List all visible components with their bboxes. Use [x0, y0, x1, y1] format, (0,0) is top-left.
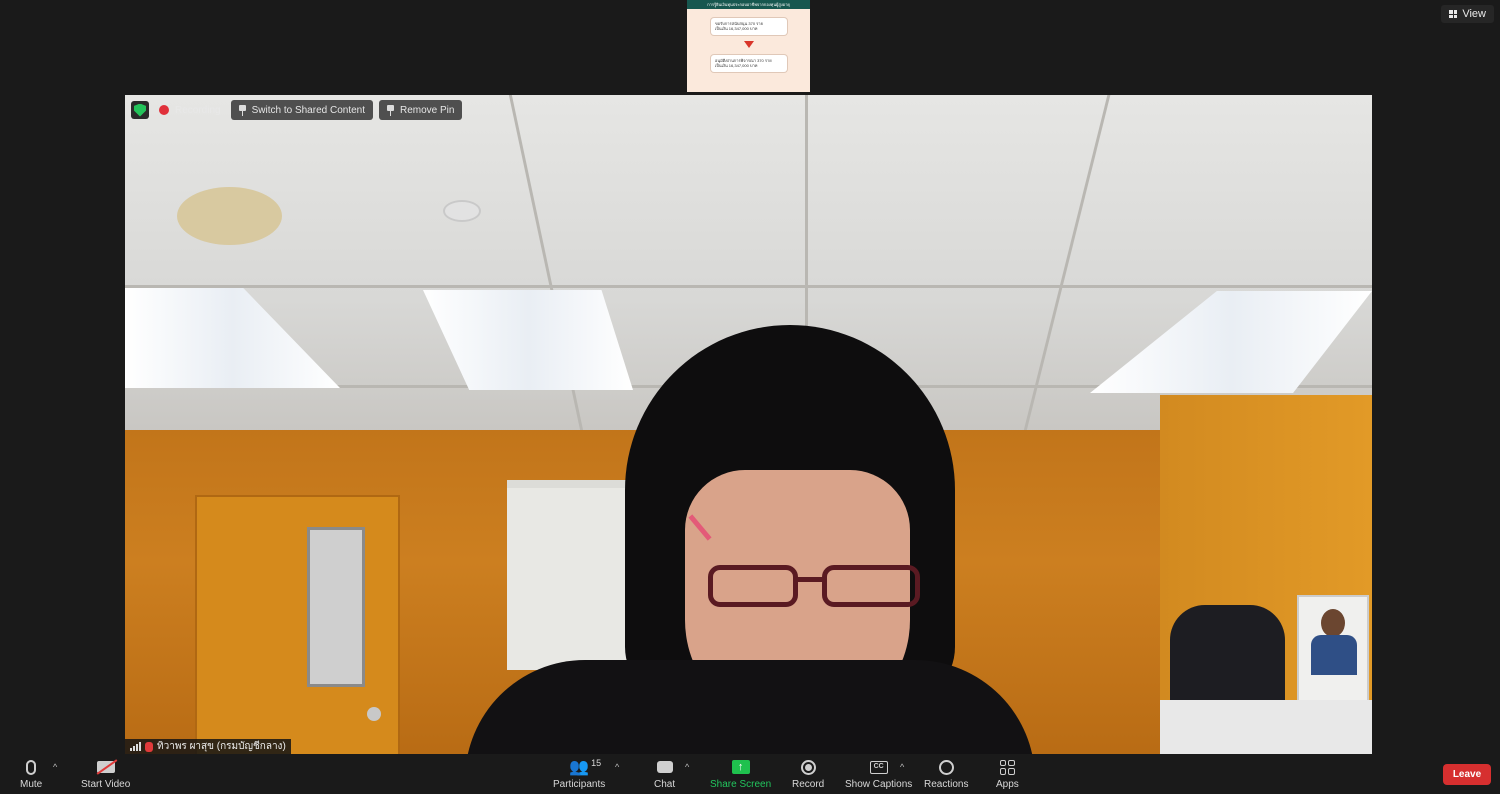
chat-icon [656, 761, 673, 773]
start-video-button[interactable]: Start Video [81, 758, 130, 790]
reactions-button[interactable]: Reactions [924, 758, 968, 790]
apps-button[interactable]: Apps [996, 758, 1019, 790]
chat-button[interactable]: Chat [654, 758, 675, 790]
reactions-icon [938, 759, 954, 775]
apps-icon [999, 759, 1015, 775]
view-button[interactable]: View [1441, 5, 1494, 23]
shared-content-card-2: อนุมัติ/ผ่านการพิจารณา 370 ราย เป็นเงิน … [711, 55, 787, 72]
recording-label: Recording [175, 104, 221, 116]
audio-options-chevron-icon[interactable]: ^ [53, 762, 57, 772]
microphone-icon [26, 759, 37, 775]
video-top-controls: Recording Switch to Shared Content Remov… [131, 100, 463, 120]
captions-chevron-icon[interactable]: ^ [900, 762, 904, 772]
participant-person [125, 95, 1372, 754]
participants-label: Participants [553, 779, 606, 790]
captions-icon: CC [869, 760, 888, 774]
pin-icon [387, 104, 394, 116]
signal-strength-icon [130, 742, 141, 751]
meeting-toolbar: Mute ^ Start Video 👥 15 Participants ^ C… [0, 754, 1500, 794]
remove-pin-label: Remove Pin [400, 104, 455, 116]
card1-line2: เป็นเงิน 16,347,000 บาท [715, 26, 758, 31]
encryption-shield-icon[interactable] [131, 101, 149, 119]
record-icon [800, 759, 816, 775]
shared-content-card-1: ขอรับการสนับสนุน 370 ราย เป็นเงิน 16,347… [711, 18, 787, 35]
muted-mic-icon [145, 741, 153, 752]
down-arrow-icon [744, 41, 754, 48]
mute-label: Mute [20, 779, 43, 790]
switch-to-shared-content-button[interactable]: Switch to Shared Content [230, 100, 373, 120]
participants-chevron-icon[interactable]: ^ [615, 762, 619, 772]
shared-content-thumbnail[interactable]: การรู้ยินเงินทุนประกอบอาชีพจากกองทุนผู้ส… [687, 0, 810, 92]
participants-button[interactable]: 👥 15 Participants [553, 758, 605, 790]
reactions-label: Reactions [924, 779, 969, 790]
leave-button[interactable]: Leave [1443, 764, 1491, 785]
meeting-window: View การรู้ยินเงินทุนประกอบอาชีพจากกองทุ… [0, 0, 1500, 794]
grid-view-icon [1449, 10, 1458, 18]
pin-icon [238, 104, 246, 116]
recording-indicator[interactable]: Recording [155, 100, 225, 120]
chat-chevron-icon[interactable]: ^ [685, 762, 689, 772]
participant-name-label: ทิวาพร ผาสุข (กรมบัญชีกลาง) [125, 739, 291, 754]
view-label: View [1462, 8, 1486, 20]
participant-name: ทิวาพร ผาสุข (กรมบัญชีกลาง) [157, 741, 286, 752]
share-screen-button[interactable]: ↑ Share Screen [710, 758, 771, 790]
switch-label: Switch to Shared Content [251, 104, 365, 116]
card2-line2: เป็นเงิน 16,347,000 บาท [715, 63, 758, 68]
show-captions-label: Show Captions [845, 779, 913, 790]
chat-label: Chat [654, 779, 676, 790]
participants-icon: 👥 [569, 759, 590, 776]
start-video-label: Start Video [81, 779, 131, 790]
video-off-icon [96, 761, 115, 773]
main-video [125, 95, 1372, 754]
recording-dot-icon [159, 105, 169, 115]
share-screen-icon: ↑ [731, 760, 750, 774]
shared-content-header: การรู้ยินเงินทุนประกอบอาชีพจากกองทุนผู้ส… [687, 0, 810, 9]
remove-pin-button[interactable]: Remove Pin [379, 100, 463, 120]
record-button[interactable]: Record [792, 758, 824, 790]
mute-button[interactable]: Mute [20, 758, 42, 790]
share-screen-label: Share Screen [710, 779, 772, 790]
apps-label: Apps [996, 779, 1019, 790]
participants-count: 15 [591, 758, 602, 768]
record-label: Record [792, 779, 825, 790]
